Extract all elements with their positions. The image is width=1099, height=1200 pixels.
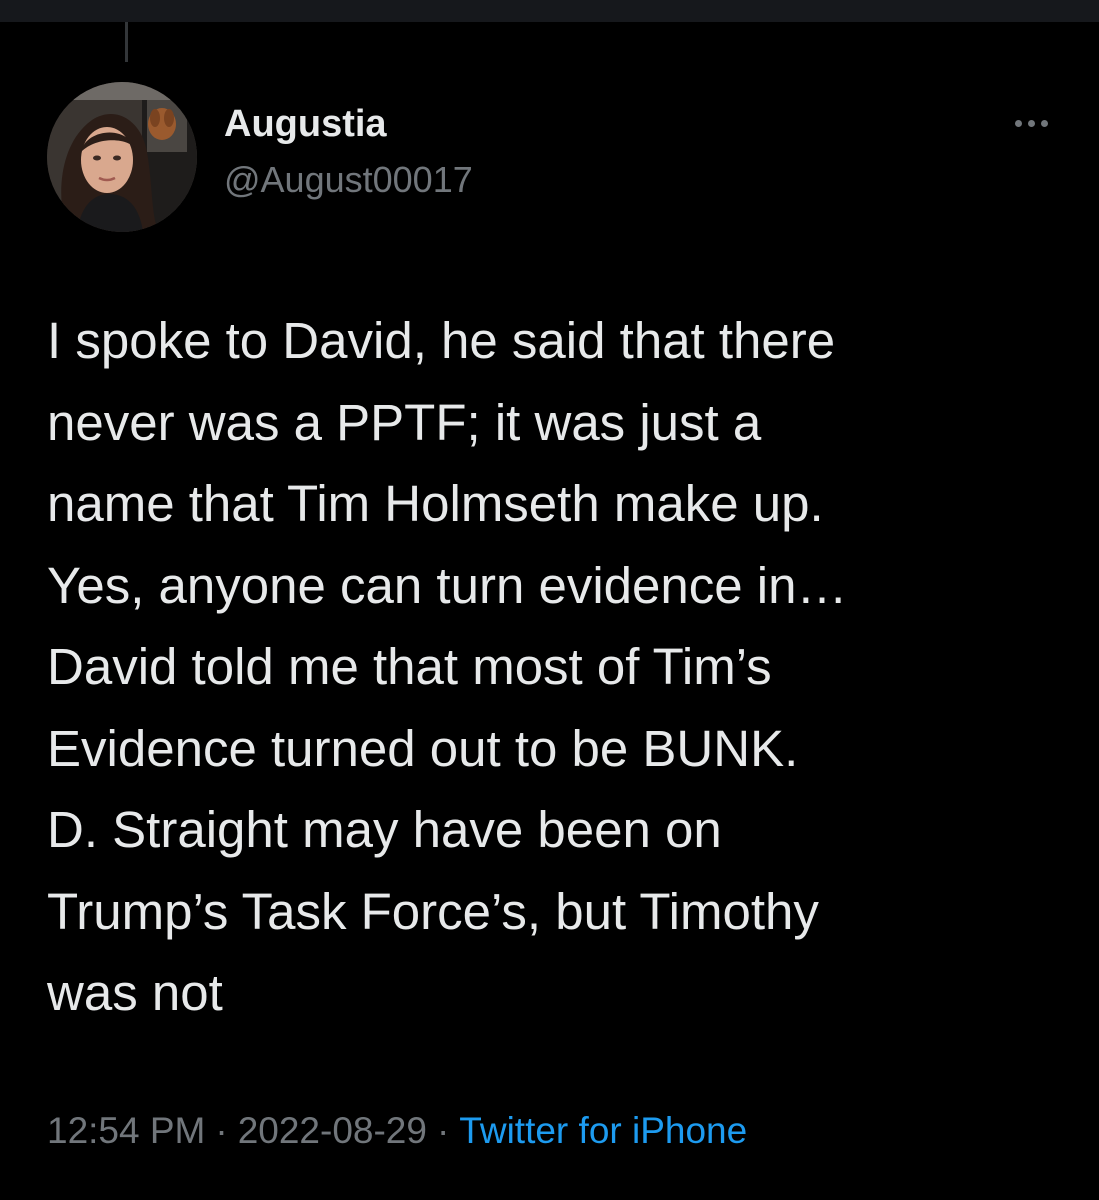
tweet-text-line: name that Tim Holmseth make up. [47,475,824,532]
avatar[interactable] [47,82,197,232]
tweet-text-line: Yes, anyone can turn evidence in… [47,556,848,614]
tweet-text-line: never was a PPTF; it was just a [47,393,762,451]
tweet-text-line: Evidence turned out to be BUNK. [47,719,799,777]
previous-tweet-edge [0,0,1099,22]
tweet-text-line: David told me that most of Tim’s [47,638,772,695]
tweet-text-line: was not [47,964,223,1021]
more-horizontal-icon [1028,120,1035,127]
avatar-photo [47,82,197,232]
author-display-name[interactable]: Augustia [224,102,387,146]
more-horizontal-icon [1015,120,1022,127]
meta-separator: · [436,1110,450,1151]
more-horizontal-icon [1041,120,1048,127]
tweet-source-link[interactable]: Twitter for iPhone [459,1110,747,1151]
tweet-text-line: Trump’s Task Force’s, but Timothy [47,882,819,940]
thread-connector-line [125,22,128,62]
tweet-text-line: I spoke to David, he said that there [47,312,836,369]
tweet-time[interactable]: 12:54 PM [47,1110,205,1151]
author-handle[interactable]: @August00017 [224,158,473,202]
meta-separator: · [215,1110,228,1151]
tweet-date[interactable]: 2022-08-29 [238,1110,427,1151]
tweet-metadata: 12:54 PM · 2022-08-29 · Twitter for iPhone [47,1106,747,1156]
more-options-button[interactable] [1008,106,1054,140]
tweet-text-line: D. Straight may have been on [47,801,722,858]
tweet-text: I spoke to David, he said that there nev… [47,300,1057,1034]
